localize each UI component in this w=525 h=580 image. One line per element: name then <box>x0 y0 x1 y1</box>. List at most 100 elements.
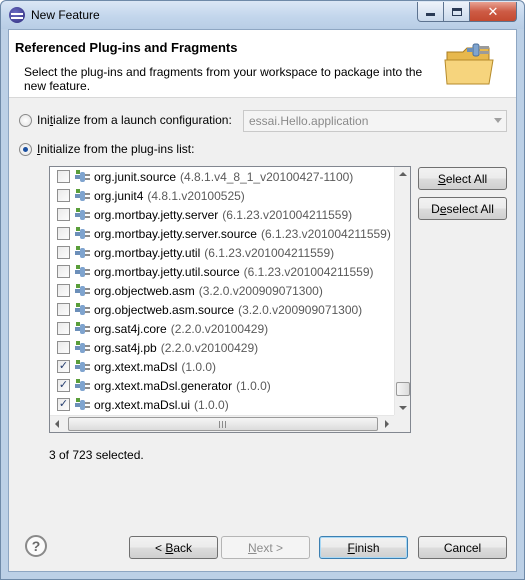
plugins-list[interactable]: org.junit.source (4.8.1.v4_8_1_v20100427-… <box>49 166 411 433</box>
plugin-version: (1.0.0) <box>194 397 229 412</box>
plugins-list-option[interactable]: Initialize from the plug-ins list: <box>19 142 194 156</box>
minimize-button[interactable] <box>417 2 444 22</box>
list-item[interactable]: org.mortbay.jetty.server.source (6.1.23.v… <box>50 224 394 243</box>
plugins-list-viewport: org.junit.source (4.8.1.v4_8_1_v20100427-… <box>50 167 394 415</box>
plugin-checkbox[interactable] <box>57 303 70 316</box>
list-item[interactable]: org.junit.source (4.8.1.v4_8_1_v20100427-… <box>50 167 394 186</box>
grip-icon <box>219 421 228 428</box>
vertical-scrollbar[interactable] <box>394 167 410 415</box>
minimize-icon <box>426 13 435 16</box>
plugin-icon <box>75 283 90 298</box>
plugin-name: org.junit4 <box>94 188 144 203</box>
back-label: < Back <box>154 540 193 555</box>
plugins-list-radio[interactable] <box>19 142 32 156</box>
list-item[interactable]: ✓ org.xtext.maDsl.generator (1.0.0) <box>50 376 394 395</box>
select-all-button[interactable]: Select All <box>418 167 507 190</box>
launch-config-radio[interactable] <box>19 113 32 127</box>
selection-status: 3 of 723 selected. <box>49 448 144 462</box>
vertical-scroll-thumb[interactable] <box>396 382 410 396</box>
folder-plug-icon <box>444 43 494 85</box>
plugin-version: (4.8.1.v4_8_1_v20100427-1100) <box>180 169 354 184</box>
launch-config-combo: essai.Hello.application <box>243 110 507 132</box>
plugin-version: (6.1.23.v201004211559) <box>243 264 374 279</box>
plugin-name: org.objectweb.asm.source <box>94 302 235 317</box>
maximize-icon <box>451 7 462 16</box>
deselect-all-button[interactable]: Deselect All <box>418 197 507 220</box>
plugin-checkbox[interactable] <box>57 208 70 221</box>
back-button[interactable]: < Back <box>129 536 218 559</box>
plugin-checkbox[interactable] <box>57 246 70 259</box>
plugin-name: org.mortbay.jetty.util.source <box>94 264 240 279</box>
plugin-name: org.xtext.maDsl.generator <box>94 378 233 393</box>
plugin-checkbox[interactable]: ✓ <box>57 379 70 392</box>
wizard-banner: Referenced Plug-ins and Fragments Select… <box>9 30 516 98</box>
close-icon: ✕ <box>487 3 499 19</box>
plugin-icon <box>75 207 90 222</box>
plugin-checkbox[interactable] <box>57 284 70 297</box>
plugin-name: org.mortbay.jetty.server.source <box>94 226 257 241</box>
plugin-name: org.sat4j.pb <box>94 340 157 355</box>
plugin-checkbox[interactable] <box>57 227 70 240</box>
list-item[interactable]: org.mortbay.jetty.util (6.1.23.v201004211… <box>50 243 394 262</box>
plugin-checkbox[interactable] <box>57 341 70 354</box>
plugin-icon <box>75 359 90 374</box>
scroll-up-icon[interactable] <box>399 172 407 176</box>
next-label: Next > <box>247 540 284 555</box>
list-item[interactable]: org.objectweb.asm (3.2.0.v200909071300) <box>50 281 394 300</box>
scroll-corner <box>394 415 410 432</box>
plugin-icon <box>75 321 90 336</box>
horizontal-scroll-thumb[interactable] <box>68 417 378 431</box>
cancel-button[interactable]: Cancel <box>418 536 507 559</box>
launch-config-option[interactable]: Initialize from a launch configuration: <box>19 113 232 127</box>
plugin-checkbox[interactable] <box>57 170 70 183</box>
list-item[interactable]: ✓ org.xtext.maDsl.ui (1.0.0) <box>50 395 394 414</box>
plugin-version: (2.2.0.v20100429) <box>170 321 269 336</box>
list-item[interactable]: org.sat4j.core (2.2.0.v20100429) <box>50 319 394 338</box>
plugin-version: (6.1.23.v201004211559) <box>222 207 353 222</box>
plugin-icon <box>75 302 90 317</box>
plugin-checkbox[interactable] <box>57 189 70 202</box>
page-title: Referenced Plug-ins and Fragments <box>15 40 238 55</box>
plugin-version: (2.2.0.v20100429) <box>160 340 259 355</box>
plugin-icon <box>75 188 90 203</box>
maximize-button[interactable] <box>443 2 470 22</box>
list-item[interactable]: ✓ org.xtext.maDsl (1.0.0) <box>50 357 394 376</box>
plugin-version: (6.1.23.v201004211559) <box>260 226 391 241</box>
plugin-icon <box>75 397 90 412</box>
finish-button[interactable]: Finish <box>319 536 408 559</box>
plugin-icon <box>75 245 90 260</box>
horizontal-scrollbar[interactable] <box>50 415 394 432</box>
list-item[interactable]: org.sat4j.pb (2.2.0.v20100429) <box>50 338 394 357</box>
plugin-version: (1.0.0) <box>236 378 271 393</box>
title-bar[interactable]: New Feature ✕ <box>1 1 524 29</box>
plugin-name: org.objectweb.asm <box>94 283 195 298</box>
list-item[interactable]: org.mortbay.jetty.server (6.1.23.v2010042… <box>50 205 394 224</box>
chevron-down-icon <box>494 118 502 123</box>
scroll-down-icon[interactable] <box>399 406 407 410</box>
plugin-icon <box>75 378 90 393</box>
eclipse-app-icon <box>9 7 25 23</box>
plugin-checkbox[interactable]: ✓ <box>57 398 70 411</box>
scroll-left-icon[interactable] <box>55 420 59 428</box>
plugin-checkbox[interactable]: ✓ <box>57 360 70 373</box>
next-button[interactable]: Next > <box>221 536 310 559</box>
window-title: New Feature <box>31 8 100 22</box>
new-feature-window: New Feature ✕ Referenced Plug-ins and Fr… <box>0 0 525 580</box>
plugin-version: (1.0.0) <box>181 359 217 374</box>
cancel-label: Cancel <box>443 540 482 555</box>
scroll-right-icon[interactable] <box>385 420 389 428</box>
list-item[interactable]: org.mortbay.jetty.util.source (6.1.23.v20… <box>50 262 394 281</box>
list-item[interactable]: org.objectweb.asm.source (3.2.0.v20090907… <box>50 300 394 319</box>
close-button[interactable]: ✕ <box>469 2 517 22</box>
deselect-all-label: Deselect All <box>431 201 494 216</box>
plugin-icon <box>75 264 90 279</box>
plugin-name: org.sat4j.core <box>94 321 167 336</box>
page-description: Select the plug-ins and fragments from y… <box>24 65 423 93</box>
dialog-content: Referenced Plug-ins and Fragments Select… <box>8 29 517 572</box>
plugins-list-label: Initialize from the plug-ins list: <box>37 142 195 156</box>
help-icon[interactable]: ? <box>25 535 47 557</box>
plugin-checkbox[interactable] <box>57 322 70 335</box>
plugin-checkbox[interactable] <box>57 265 70 278</box>
plugin-name: org.xtext.maDsl.ui <box>94 397 191 412</box>
list-item[interactable]: org.junit4 (4.8.1.v20100525) <box>50 186 394 205</box>
